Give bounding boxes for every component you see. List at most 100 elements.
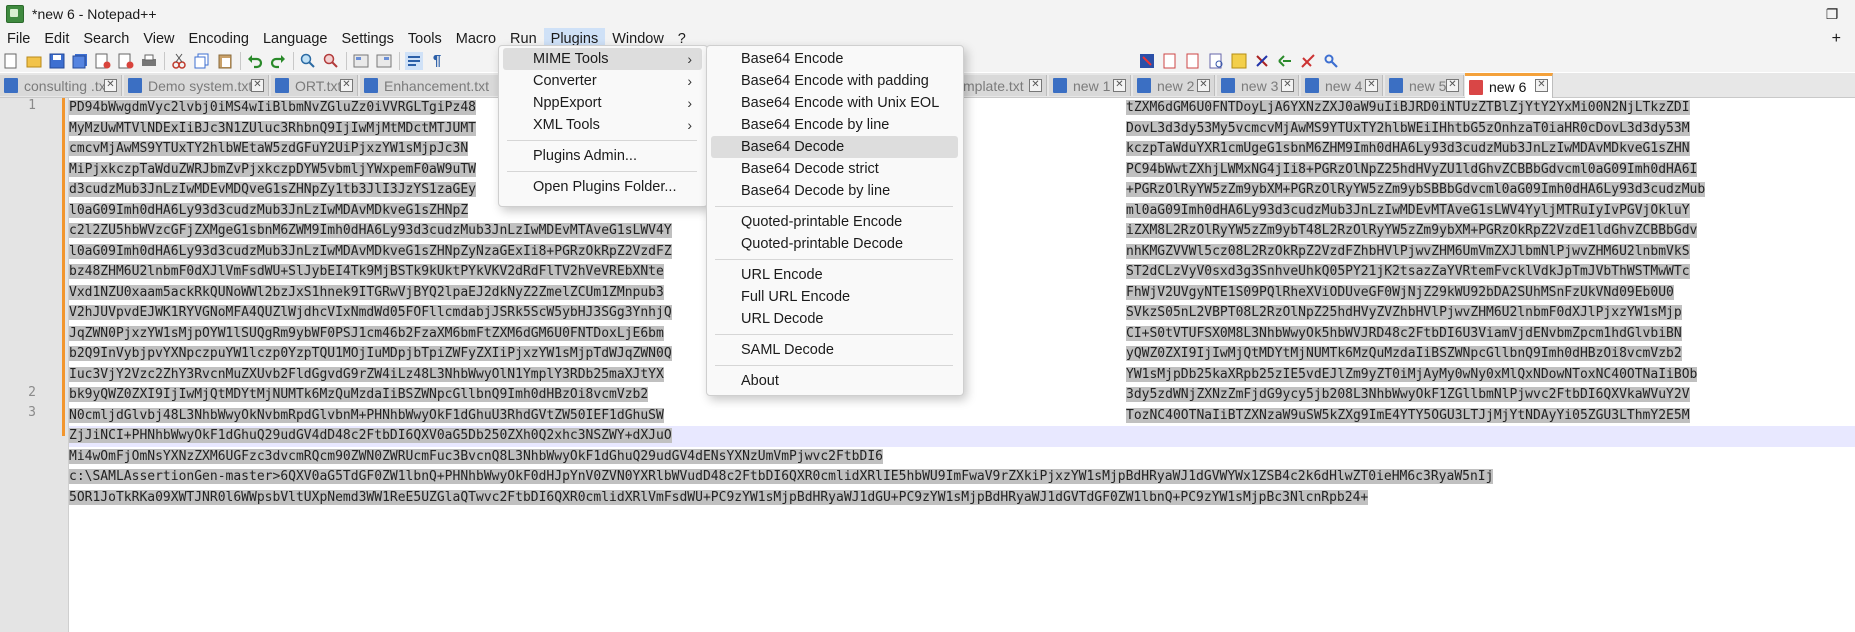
- window-title: *new 6 - Notepad++: [32, 6, 157, 22]
- menu-file[interactable]: File: [0, 28, 37, 50]
- maximize-button[interactable]: ❐: [1809, 0, 1855, 28]
- close-tab-icon[interactable]: ✕: [1365, 79, 1378, 92]
- plugins-menu-item-plugins-admin[interactable]: Plugins Admin...: [503, 145, 702, 167]
- mime-item-base64-encode[interactable]: Base64 Encode: [711, 48, 958, 70]
- macro-play-icon[interactable]: [1184, 52, 1202, 70]
- print-icon[interactable]: [140, 52, 158, 70]
- tab-new-1[interactable]: new 1 ✕: [1049, 75, 1131, 96]
- close-tab-icon[interactable]: ✕: [340, 79, 353, 92]
- mime-item-base64-decode-by-line[interactable]: Base64 Decode by line: [711, 180, 958, 202]
- tab-consulting[interactable]: consulting .txt ✕: [0, 75, 122, 96]
- menu-edit[interactable]: Edit: [37, 28, 76, 50]
- replace-icon[interactable]: [322, 52, 340, 70]
- tab-template[interactable]: mplate.txt ✕: [963, 75, 1047, 96]
- code-line-segment: Iuc3VjY2Vzc2ZhY3RvcnMuZXUvb2FldGgvdG9rZW…: [69, 366, 664, 382]
- tab-new-5[interactable]: new 5 ✕: [1385, 75, 1464, 96]
- show-all-characters-icon[interactable]: ¶: [428, 52, 446, 70]
- mime-item-base64-encode-padding[interactable]: Base64 Encode with padding: [711, 70, 958, 92]
- mime-item-quoted-printable-decode[interactable]: Quoted-printable Decode: [711, 233, 958, 255]
- close-tab-icon[interactable]: ✕: [251, 79, 264, 92]
- plugins-menu-item-nppexport[interactable]: NppExport ›: [503, 92, 702, 114]
- tab-new-6[interactable]: new 6 ✕: [1465, 73, 1553, 98]
- copy-icon[interactable]: [193, 52, 211, 70]
- function-list-icon[interactable]: [1276, 52, 1294, 70]
- macro-play-multiple-icon[interactable]: [1207, 52, 1225, 70]
- menu-separator: [715, 259, 953, 260]
- zoom-out-icon[interactable]: [375, 52, 393, 70]
- undo-icon[interactable]: [246, 52, 264, 70]
- paste-icon[interactable]: [216, 52, 234, 70]
- mime-item-base64-decode[interactable]: Base64 Decode: [711, 136, 958, 158]
- mime-item-base64-decode-strict[interactable]: Base64 Decode strict: [711, 158, 958, 180]
- mime-item-quoted-printable-encode[interactable]: Quoted-printable Encode: [711, 211, 958, 233]
- find-icon[interactable]: [299, 52, 317, 70]
- plugins-menu-item-open-plugins-folder[interactable]: Open Plugins Folder...: [503, 176, 702, 198]
- menu-encoding[interactable]: Encoding: [182, 28, 256, 50]
- title-bar: *new 6 - Notepad++ ❐: [0, 0, 1855, 28]
- menu-language[interactable]: Language: [256, 28, 335, 50]
- code-line-segment: TozNC40OTNaIiBTZXNzaW9uSW5kZXg9ImE4YTY5O…: [1126, 407, 1690, 423]
- mime-item-url-decode[interactable]: URL Decode: [711, 308, 958, 330]
- open-file-icon[interactable]: [25, 52, 43, 70]
- code-line-segment: Vxd1NZU0xaam5ackRkQUNoWWl2bzJxS1hnek9ITG…: [69, 284, 664, 300]
- doc-map-icon[interactable]: [1299, 52, 1317, 70]
- menu-settings[interactable]: Settings: [334, 28, 400, 50]
- change-history-bar: [62, 98, 65, 436]
- macro-stop-icon[interactable]: [1161, 52, 1179, 70]
- menu-macro[interactable]: Macro: [449, 28, 503, 50]
- redo-icon[interactable]: [269, 52, 287, 70]
- macro-save-icon[interactable]: [1230, 52, 1248, 70]
- new-file-icon[interactable]: [2, 52, 20, 70]
- file-icon: [1137, 78, 1151, 93]
- close-tab-icon[interactable]: ✕: [1113, 79, 1126, 92]
- close-tab-icon[interactable]: ✕: [1029, 79, 1042, 92]
- close-tab-icon[interactable]: ✕: [1197, 79, 1210, 92]
- code-line-segment: nhKMGZVVWl5cz08L2RzOkRpZ2VzdFZhbHVlPjwvZ…: [1126, 243, 1690, 259]
- menu-tools[interactable]: Tools: [401, 28, 449, 50]
- code-line-segment: DovL3d3dy53My5vcmcvMjAwMS9YTUxTY2hlbWEiI…: [1126, 120, 1690, 136]
- close-tab-icon[interactable]: ✕: [1535, 79, 1548, 92]
- save-icon[interactable]: [48, 52, 66, 70]
- settings-wrench-icon[interactable]: [1322, 52, 1340, 70]
- code-line-segment: bk9yQWZ0ZXI9IjIwMjQtMDYtMjNUMTk6MzQuMzda…: [69, 387, 649, 402]
- zoom-in-icon[interactable]: [352, 52, 370, 70]
- tab-label: new 2: [1157, 77, 1195, 94]
- mime-item-base64-encode-unix-eol[interactable]: Base64 Encode with Unix EOL: [711, 92, 958, 114]
- line-number: 2: [28, 385, 36, 400]
- menu-search[interactable]: Search: [76, 28, 136, 50]
- tab-label: new 4: [1325, 77, 1363, 94]
- close-all-icon[interactable]: [117, 52, 135, 70]
- save-all-icon[interactable]: [71, 52, 89, 70]
- tab-demo-system[interactable]: Demo system.txt ✕: [124, 75, 269, 96]
- mime-item-about[interactable]: About: [711, 370, 958, 392]
- tab-enhancement[interactable]: Enhancement.txt: [360, 75, 500, 96]
- tab-label: Enhancement.txt: [384, 77, 490, 94]
- tab-new-3[interactable]: new 3 ✕: [1217, 75, 1299, 96]
- plugins-menu-item-xml-tools[interactable]: XML Tools ›: [503, 114, 702, 136]
- menu-view[interactable]: View: [136, 28, 181, 50]
- close-file-icon[interactable]: [94, 52, 112, 70]
- tab-new-2[interactable]: new 2 ✕: [1133, 75, 1215, 96]
- add-plus-icon[interactable]: +: [1832, 28, 1841, 50]
- mime-tools-submenu: Base64 Encode Base64 Encode with padding…: [706, 45, 964, 396]
- mime-item-url-encode[interactable]: URL Encode: [711, 264, 958, 286]
- plugins-menu-item-converter[interactable]: Converter ›: [503, 70, 702, 92]
- macro-record-icon[interactable]: [1138, 52, 1156, 70]
- code-line-segment: d3cudzMub3JnLzIwMDEvMDQveG1sZHNpZy1tb3Jl…: [69, 182, 476, 197]
- run-icon[interactable]: [1253, 52, 1271, 70]
- tab-label: new 5: [1409, 77, 1447, 94]
- cut-icon[interactable]: [170, 52, 188, 70]
- word-wrap-icon[interactable]: [405, 52, 423, 70]
- close-tab-icon[interactable]: ✕: [1281, 79, 1294, 92]
- close-tab-icon[interactable]: ✕: [104, 79, 117, 92]
- close-tab-icon[interactable]: ✕: [1446, 79, 1459, 92]
- tab-ort[interactable]: ORT.txt ✕: [271, 75, 358, 96]
- code-line-segment: l0aG09Imh0dHA6Ly93d3cudzMub3JnLzIwMDAvMD…: [69, 243, 672, 259]
- mime-item-base64-encode-by-line[interactable]: Base64 Encode by line: [711, 114, 958, 136]
- mime-item-full-url-encode[interactable]: Full URL Encode: [711, 286, 958, 308]
- mime-item-saml-decode[interactable]: SAML Decode: [711, 339, 958, 361]
- code-line-segment: SVkzS05nL2VBPT08L2RzOlNpZ25hdHVyZVZhbHVl…: [1126, 305, 1682, 320]
- plugins-menu-item-mime-tools[interactable]: MIME Tools ›: [503, 48, 702, 70]
- code-line-segment: ml0aG09Imh0dHA6Ly93d3cudzMub3JnLzIwMDEvM…: [1126, 202, 1690, 218]
- tab-new-4[interactable]: new 4 ✕: [1301, 75, 1383, 96]
